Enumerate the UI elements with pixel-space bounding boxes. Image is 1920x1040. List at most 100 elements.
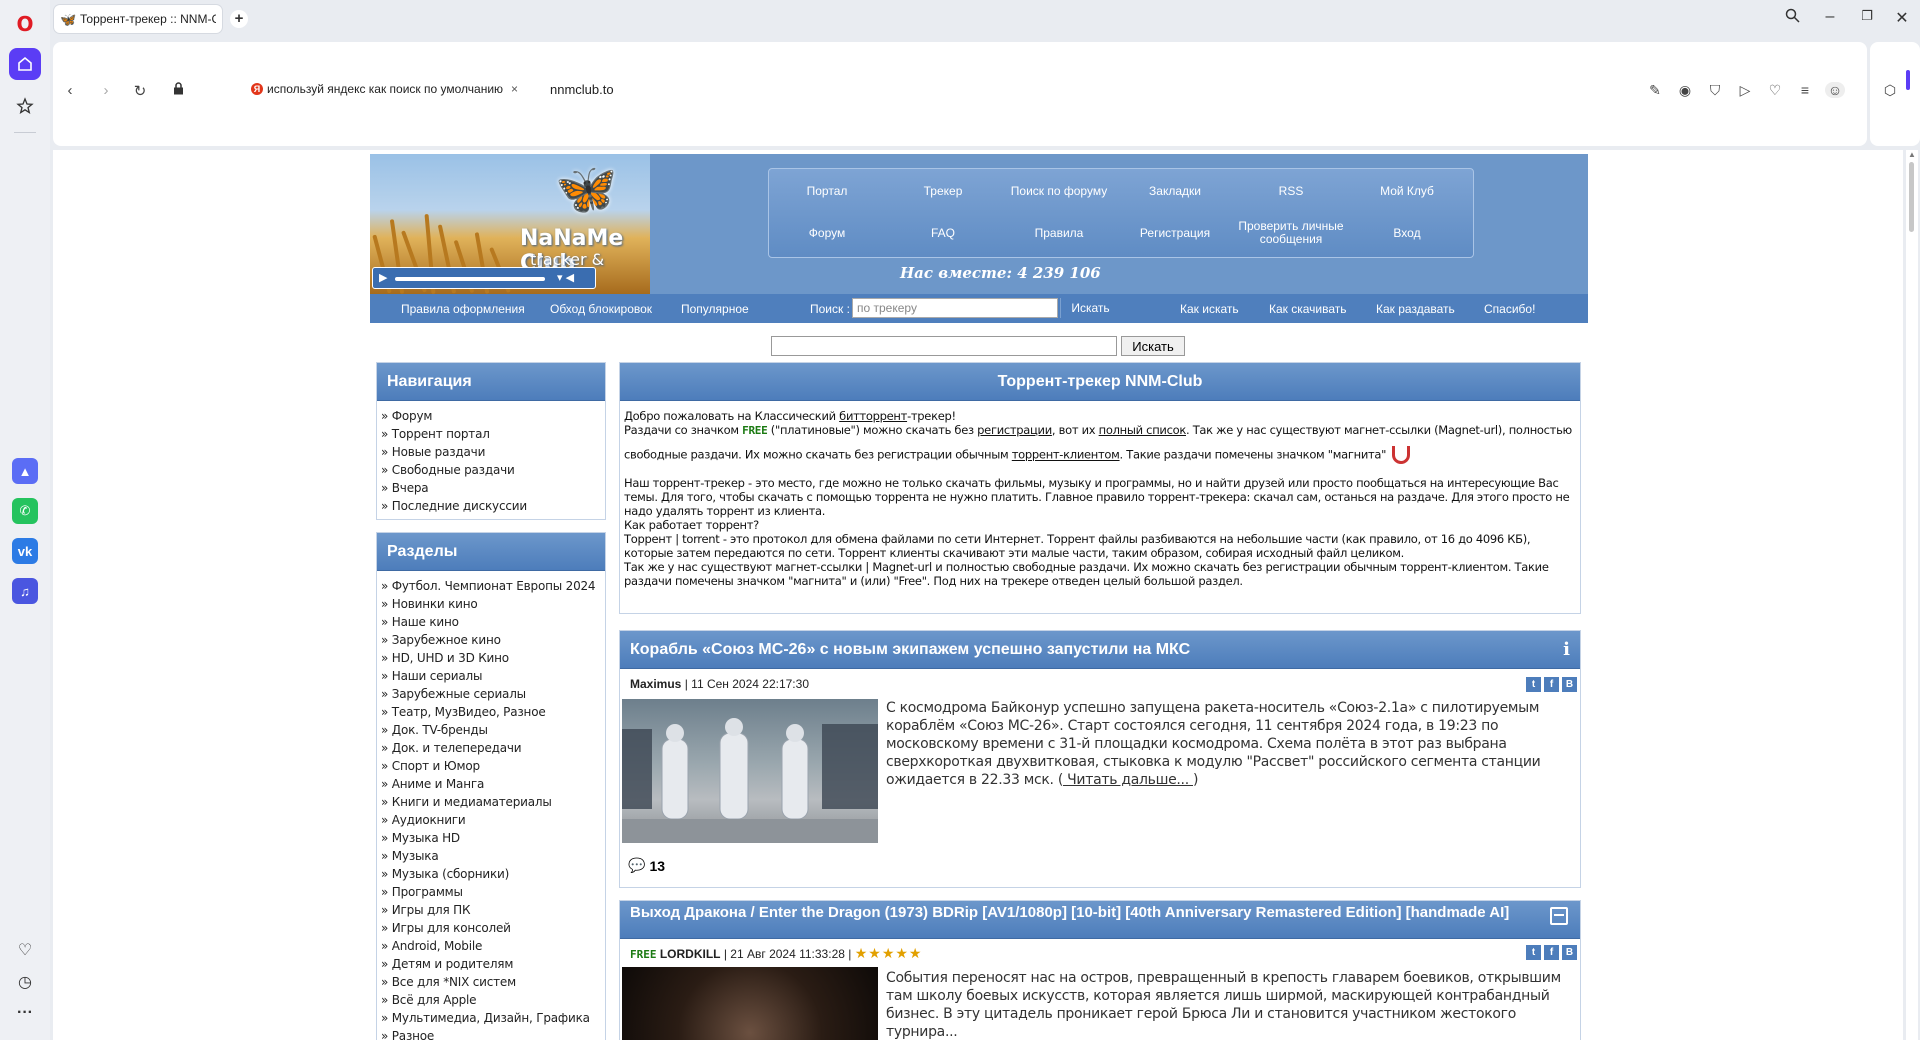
section-item[interactable]: Разное — [381, 1027, 601, 1040]
section-item[interactable]: Музыка — [381, 847, 601, 865]
bittorrent-link[interactable]: битторрент — [839, 409, 907, 423]
link-how-download[interactable]: Как скачивать — [1269, 302, 1347, 316]
menu-icon[interactable]: ≡ — [1795, 82, 1815, 98]
section-item[interactable]: Док. и телепередачи — [381, 739, 601, 757]
site-search-button[interactable]: Искать — [1121, 336, 1185, 356]
profile-icon[interactable]: ☺ — [1825, 82, 1845, 98]
collapse-icon[interactable] — [1550, 907, 1568, 925]
speed-dial-star-icon[interactable] — [9, 90, 41, 122]
link-bypass[interactable]: Обход блокировок — [550, 302, 652, 316]
nav-forum-search[interactable]: Поиск по форуму — [1001, 171, 1117, 211]
player-icon[interactable]: ♫ — [12, 578, 38, 604]
share-facebook-icon[interactable]: f — [1544, 677, 1559, 692]
nav-portal[interactable]: Портал — [769, 171, 885, 211]
link-popular[interactable]: Популярное — [681, 302, 749, 316]
comments-count[interactable]: 💬 13 — [628, 857, 665, 874]
aria-icon[interactable]: ▲ — [12, 458, 38, 484]
nav-item[interactable]: Торрент портал — [381, 425, 601, 443]
section-item[interactable]: Мультимедиа, Дизайн, Графика — [381, 1009, 601, 1027]
news-title[interactable]: Выход Дракона / Enter the Dragon (1973) … — [620, 901, 1580, 939]
read-more-link[interactable]: Читать дальше... — [1063, 772, 1193, 788]
section-item[interactable]: Наши сериалы — [381, 667, 601, 685]
home-icon[interactable] — [9, 48, 41, 80]
full-list-link[interactable]: полный список — [1099, 423, 1187, 437]
link-how-seed[interactable]: Как раздавать — [1376, 302, 1455, 316]
heart-icon[interactable]: ♡ — [13, 940, 37, 960]
player-progress[interactable] — [395, 277, 545, 281]
edit-icon[interactable]: ✎ — [1645, 82, 1665, 99]
news-author[interactable]: Maximus — [630, 677, 681, 691]
page-scrollbar[interactable]: ▲ — [1906, 150, 1918, 1040]
news-image-soyuz[interactable] — [622, 699, 878, 843]
shield-icon[interactable]: ⛉ — [1705, 82, 1725, 99]
reload-icon[interactable]: ↻ — [129, 82, 151, 100]
section-item[interactable]: Всё для Apple — [381, 991, 601, 1009]
minimize-icon[interactable]: – — [1818, 8, 1842, 26]
nav-check-messages[interactable]: Проверить личные сообщения — [1233, 213, 1349, 253]
section-item[interactable]: Книги и медиаматериалы — [381, 793, 601, 811]
forward-icon[interactable]: › — [95, 82, 117, 99]
section-item[interactable]: Детям и родителям — [381, 955, 601, 973]
search-tabs-icon[interactable] — [1780, 8, 1804, 28]
section-item[interactable]: Игры для ПК — [381, 901, 601, 919]
section-item[interactable]: Игры для консолей — [381, 919, 601, 937]
scroll-thumb[interactable] — [1909, 162, 1914, 232]
nav-rules[interactable]: Правила — [1001, 213, 1117, 253]
share-vk-icon[interactable]: B — [1562, 945, 1577, 960]
section-item[interactable]: Док. TV-бренды — [381, 721, 601, 739]
news-author[interactable]: LORDKILL — [660, 947, 721, 961]
url-text[interactable]: nnmclub.to — [550, 82, 614, 97]
scroll-up-icon[interactable]: ▲ — [1908, 150, 1916, 159]
play-icon[interactable]: ▶ — [379, 271, 387, 284]
tracker-search-input[interactable]: по трекеру — [852, 298, 1058, 318]
nav-item[interactable]: Свободные раздачи — [381, 461, 601, 479]
yandex-search-hint[interactable]: Я используй яндекс как поиск по умолчани… — [251, 82, 518, 96]
nav-bookmarks[interactable]: Закладки — [1117, 171, 1233, 211]
share-vk-icon[interactable]: B — [1562, 677, 1577, 692]
share-facebook-icon[interactable]: f — [1544, 945, 1559, 960]
nav-forum[interactable]: Форум — [769, 213, 885, 253]
section-item[interactable]: Аудиокниги — [381, 811, 601, 829]
back-icon[interactable]: ‹ — [59, 82, 81, 99]
section-item[interactable]: Все для *NIX систем — [381, 973, 601, 991]
nav-item[interactable]: Форум — [381, 407, 601, 425]
opera-logo-icon[interactable]: O — [9, 8, 41, 40]
nav-rss[interactable]: RSS — [1233, 171, 1349, 211]
camera-icon[interactable]: ◉ — [1675, 82, 1695, 99]
section-item[interactable]: Музыка (сборники) — [381, 865, 601, 883]
torrent-client-link[interactable]: торрент-клиентом — [1012, 448, 1120, 462]
nav-faq[interactable]: FAQ — [885, 213, 1001, 253]
nav-my-club[interactable]: Мой Клуб — [1349, 171, 1465, 211]
extensions-icon[interactable]: ⬡ — [1880, 82, 1900, 99]
vk-icon[interactable]: vk — [12, 538, 38, 564]
tracker-search-button[interactable]: Искать — [1060, 298, 1120, 318]
nav-login[interactable]: Вход — [1349, 213, 1465, 253]
section-item[interactable]: Музыка HD — [381, 829, 601, 847]
volume-icon[interactable]: ▾ ◀ — [557, 271, 574, 284]
section-item[interactable]: Зарубежное кино — [381, 631, 601, 649]
section-item[interactable]: HD, UHD и 3D Кино — [381, 649, 601, 667]
heart-icon[interactable]: ♡ — [1765, 82, 1785, 99]
section-item[interactable]: Программы — [381, 883, 601, 901]
nav-item[interactable]: Новые раздачи — [381, 443, 601, 461]
more-icon[interactable]: ··· — [13, 1004, 37, 1022]
lock-icon[interactable] — [167, 82, 189, 98]
section-item[interactable]: Футбол. Чемпионат Европы 2024 — [381, 577, 601, 595]
registration-link[interactable]: регистрации — [977, 423, 1052, 437]
history-icon[interactable]: ◷ — [13, 972, 37, 992]
section-item[interactable]: Спорт и Юмор — [381, 757, 601, 775]
tab-nnm-club[interactable]: 🦋 Торрент-трекер :: NNM-Club — [54, 5, 222, 33]
section-item[interactable]: Наше кино — [381, 613, 601, 631]
section-item[interactable]: Театр, МузВидео, Разное — [381, 703, 601, 721]
info-icon[interactable]: i — [1563, 639, 1570, 660]
link-how-search[interactable]: Как искать — [1180, 302, 1239, 316]
audio-player[interactable]: ▶ ▾ ◀ — [372, 267, 596, 289]
share-twitter-icon[interactable]: t — [1526, 945, 1541, 960]
share-twitter-icon[interactable]: t — [1526, 677, 1541, 692]
restore-icon[interactable]: ❐ — [1855, 8, 1879, 24]
nav-item[interactable]: Последние дискуссии — [381, 497, 601, 515]
whatsapp-icon[interactable]: ✆ — [12, 498, 38, 524]
nav-tracker[interactable]: Трекер — [885, 171, 1001, 211]
section-item[interactable]: Зарубежные сериалы — [381, 685, 601, 703]
close-window-icon[interactable]: ✕ — [1890, 8, 1914, 28]
